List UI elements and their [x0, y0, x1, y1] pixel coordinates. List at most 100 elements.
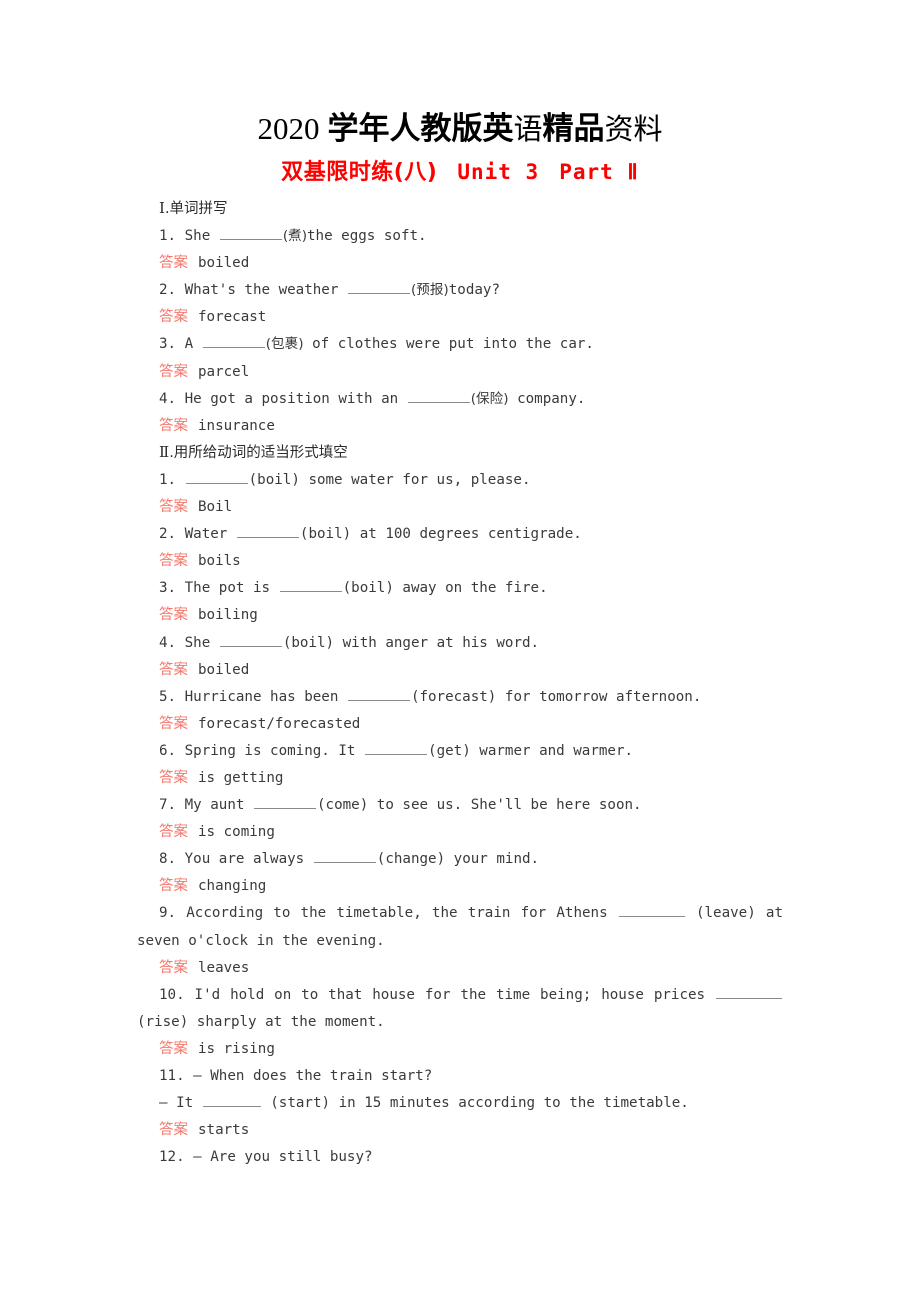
question-item: 7. My aunt (come) to see us. She'll be h…: [137, 792, 783, 819]
answer-line: 答案 boiling: [137, 602, 783, 629]
item-post-text: away on the fire.: [402, 580, 548, 597]
item-number: 2.: [159, 282, 177, 299]
item-post-text: today?: [448, 282, 500, 299]
item-number: 5.: [159, 688, 177, 705]
answer-blank[interactable]: [347, 280, 410, 295]
question-item: 12. — Are you still busy?: [137, 1144, 783, 1171]
answer-value: Boil: [198, 499, 233, 516]
answer-label: 答案: [159, 878, 188, 895]
question-item: 2. What's the weather (预报)today?: [137, 277, 783, 304]
exercise-title-part: Part Ⅱ: [559, 160, 639, 184]
question-item: 1. She (煮)the eggs soft.: [137, 223, 783, 250]
item-number: 7.: [159, 797, 177, 814]
question-item: 3. A (包裹) of clothes were put into the c…: [137, 331, 783, 358]
answer-value: starts: [198, 1122, 250, 1139]
item-pre-text: He got a position with an: [184, 390, 399, 407]
item-pre-text: A: [184, 336, 194, 353]
answer-value: parcel: [198, 363, 250, 380]
item-number: 1.: [159, 471, 177, 488]
section-heading-2: Ⅱ.用所给动词的适当形式填空: [137, 440, 783, 467]
item-hint: (包裹): [265, 336, 304, 353]
answer-line: 答案 leaves: [137, 955, 783, 982]
answer-value: insurance: [198, 417, 275, 434]
answer-value: is rising: [198, 1040, 275, 1057]
answer-label: 答案: [159, 661, 188, 678]
banner-cn-light-2: 资料: [604, 112, 663, 146]
answer-blank[interactable]: [618, 903, 685, 918]
section-heading-1: Ⅰ.单词拼写: [137, 196, 783, 223]
answer-blank[interactable]: [716, 985, 782, 999]
item-hint: (保险): [470, 390, 509, 407]
item-number: 12.: [159, 1149, 185, 1166]
item-post-text: sharply at the moment.: [196, 1013, 385, 1030]
item-number: 4.: [159, 390, 177, 407]
exercise-title-cn: 双基限时练(八): [281, 160, 438, 185]
item-post-text: for tomorrow afternoon.: [504, 688, 702, 705]
answer-blank[interactable]: [407, 389, 470, 403]
item-number: 2.: [159, 526, 177, 543]
item-pre-text: My aunt: [184, 797, 245, 814]
answer-value: boils: [198, 553, 241, 570]
answer-line: 答案 boiled: [137, 250, 783, 277]
item-post-text: to see us. She'll be here soon.: [376, 797, 642, 814]
question-item: 4. He got a position with an (保险) compan…: [137, 386, 783, 413]
item-pre-text: What's the weather: [184, 282, 339, 299]
item-post-text: at 100 degrees centigrade.: [359, 526, 582, 543]
question-item: 6. Spring is coming. It (get) warmer and…: [137, 738, 783, 765]
item-number: 8.: [159, 851, 177, 868]
answer-line: 答案 changing: [137, 873, 783, 900]
answer-value: changing: [198, 878, 267, 895]
question-item: 11. — When does the train start?: [137, 1063, 783, 1090]
answer-label: 答案: [159, 1040, 188, 1057]
answer-label: 答案: [159, 255, 188, 272]
item-number: 6.: [159, 742, 177, 759]
question-item: 3. The pot is (boil) away on the fire.: [137, 575, 783, 602]
item-dialogue-question: — When does the train start?: [193, 1068, 433, 1084]
answer-label: 答案: [159, 959, 188, 976]
answer-blank[interactable]: [202, 334, 265, 349]
answer-blank[interactable]: [219, 632, 282, 647]
item-post-text: some water for us, please.: [308, 471, 531, 488]
question-item: 10. I'd hold on to that house for the ti…: [137, 982, 783, 1036]
item-hint: (leave): [695, 905, 756, 922]
answer-blank[interactable]: [202, 1093, 261, 1108]
item-post-text: your mind.: [453, 851, 540, 868]
answer-label: 答案: [159, 715, 188, 732]
section-2-numeral: Ⅱ: [159, 444, 170, 461]
item-pre-text: She: [184, 634, 211, 651]
item-hint: (boil): [299, 526, 352, 543]
item-hint: (forecast): [410, 688, 497, 705]
answer-line: 答案 boiled: [137, 657, 783, 684]
answer-line: 答案 boils: [137, 548, 783, 575]
banner-cn-bold-2: 精品: [542, 111, 605, 147]
answer-blank[interactable]: [219, 226, 282, 241]
item-hint: (come): [316, 797, 369, 814]
item-post-text: warmer and warmer.: [479, 742, 634, 759]
answer-line: 答案 Boil: [137, 494, 783, 521]
answer-blank[interactable]: [185, 470, 248, 484]
answer-line: 答案 is rising: [137, 1036, 783, 1063]
answer-blank[interactable]: [347, 687, 410, 701]
question-item: 4. She (boil) with anger at his word.: [137, 630, 783, 657]
answer-value: forecast: [198, 309, 267, 326]
item-hint: (boil): [248, 471, 300, 488]
item-pre-text: The pot is: [184, 580, 271, 597]
question-item: 1. (boil) some water for us, please.: [137, 467, 783, 494]
item-post-text: of clothes were put into the car.: [312, 336, 594, 353]
item-hint: (rise): [137, 1013, 189, 1030]
answer-blank[interactable]: [313, 849, 376, 864]
answer-blank[interactable]: [253, 795, 316, 810]
question-item: 8. You are always (change) your mind.: [137, 846, 783, 873]
answer-value: boiled: [198, 661, 250, 678]
page-banner: 2020 学年人教版英语精品资料: [0, 111, 920, 147]
answer-blank[interactable]: [365, 741, 428, 755]
answer-label: 答案: [159, 417, 188, 434]
answer-blank[interactable]: [279, 578, 342, 593]
answer-value: forecast/forecasted: [198, 715, 361, 732]
answer-label: 答案: [159, 499, 188, 516]
answer-value: is getting: [198, 769, 284, 786]
item-post-text: in 15 minutes according to the timetable…: [338, 1095, 689, 1112]
answer-value: boiled: [198, 255, 250, 272]
exercise-title: 双基限时练(八) Unit 3 Part Ⅱ: [0, 158, 920, 186]
answer-blank[interactable]: [236, 524, 299, 539]
